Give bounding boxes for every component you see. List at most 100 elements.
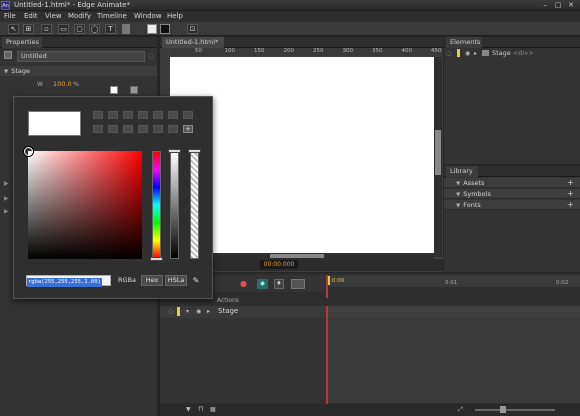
swatch-slot[interactable] [93, 125, 103, 133]
menu-view[interactable]: View [45, 11, 62, 22]
swatch-slot[interactable] [168, 111, 178, 119]
swatch-slot[interactable] [123, 111, 133, 119]
ruler-tick-label: 200 [283, 48, 295, 54]
vertical-scrollbar-thumb[interactable] [435, 130, 441, 175]
symbols-label: Symbols [463, 190, 491, 198]
ellipse-tool-icon[interactable]: ◯ [89, 24, 100, 34]
add-asset-icon[interactable]: + [567, 178, 574, 187]
swatch-grid: + [93, 111, 199, 139]
library-fonts[interactable]: ▼ Fonts [444, 200, 580, 210]
ruler-tick-label: 400 [401, 48, 413, 54]
maximize-icon[interactable]: □ [553, 1, 563, 9]
elements-stage-label[interactable]: Stage [492, 49, 511, 57]
visibility-icon[interactable]: ◉ [196, 308, 201, 315]
mode-hex-button[interactable]: Hex [141, 275, 163, 286]
swatch-slot[interactable] [138, 111, 148, 119]
menu-edit[interactable]: Edit [24, 11, 38, 22]
mode-rgba-button[interactable]: RGBa [115, 275, 139, 286]
menu-timeline[interactable]: Timeline [97, 11, 127, 22]
rectangle-tool-icon[interactable]: ▭ [58, 24, 69, 34]
eyedropper-icon[interactable]: ✎ [191, 275, 201, 286]
tab-library[interactable]: Library ✕ [446, 166, 478, 186]
pin-icon[interactable]: ♦ [274, 279, 284, 289]
expand-icon[interactable]: ▸ [474, 50, 477, 57]
collapse-arrow-icon[interactable]: ▶ [4, 208, 9, 215]
swatch-slot[interactable] [153, 111, 163, 119]
visibility-icon[interactable]: ◉ [465, 50, 470, 57]
lock-icon[interactable]: ◌ [446, 50, 451, 57]
width-value[interactable]: 100.0 [53, 80, 72, 88]
snap-icon[interactable]: ⊓ [198, 405, 203, 413]
tab-elements[interactable]: Elements ✕ [446, 37, 482, 57]
zoom-slider[interactable] [475, 409, 555, 411]
overflow-icon[interactable] [130, 86, 138, 94]
auto-keyframe-icon[interactable]: ◆ [257, 279, 268, 289]
refresh-icon[interactable]: ◌ [148, 52, 154, 60]
lightness-slider-thumb[interactable] [168, 149, 181, 153]
transform-tool-icon[interactable]: ⊞ [23, 24, 34, 34]
layer-list-area [160, 318, 326, 403]
expand-icon[interactable]: ▾ [186, 308, 189, 315]
lightness-slider[interactable] [170, 151, 179, 259]
swatch-slot[interactable] [108, 111, 118, 119]
menu-help[interactable]: Help [167, 11, 183, 22]
tab-document[interactable]: Untitled-1.html* ✕ [162, 37, 224, 57]
grid-icon[interactable]: ▦ [210, 406, 216, 413]
text-tool-icon[interactable]: T [105, 24, 116, 34]
timeline-stage-row[interactable] [160, 306, 326, 318]
stroke-color-swatch[interactable] [122, 24, 130, 34]
view-mode-icon[interactable]: ⊡ [187, 24, 198, 34]
alpha-slider-thumb[interactable] [188, 149, 201, 153]
swatch-slot[interactable] [123, 125, 133, 133]
record-icon[interactable]: ● [240, 279, 251, 289]
filter-icon[interactable]: ▼ [186, 406, 191, 413]
stage-section-header[interactable]: ▼ Stage [0, 66, 157, 76]
collapse-arrow-icon[interactable]: ▶ [4, 195, 9, 202]
menu-modify[interactable]: Modify [68, 11, 91, 22]
swatch-slot[interactable] [168, 125, 178, 133]
close-icon[interactable]: ✕ [566, 1, 576, 9]
expand-icon[interactable]: ▸ [207, 308, 210, 315]
swatch-slot[interactable] [153, 125, 163, 133]
row-color-tag [177, 307, 180, 316]
saturation-brightness-field[interactable] [28, 151, 142, 259]
stage-track[interactable] [328, 306, 580, 318]
lock-icon[interactable]: ◌ [168, 308, 173, 315]
selection-tool-icon[interactable]: ↖ [8, 24, 19, 34]
timecode-display[interactable]: 00:00.000 [260, 260, 298, 269]
collapse-arrow-icon[interactable]: ▶ [4, 180, 9, 187]
library-assets[interactable]: ▼ Assets [444, 178, 580, 188]
color-value-input[interactable]: rgba(255,255,255,1.00) [26, 275, 111, 287]
add-font-icon[interactable]: + [567, 200, 574, 209]
horizontal-scrollbar-thumb[interactable] [270, 254, 324, 258]
swatch-slot[interactable] [183, 111, 193, 119]
tab-properties[interactable]: Properties ✕ [2, 37, 42, 57]
zoom-slider-thumb[interactable] [500, 406, 506, 413]
menu-file[interactable]: File [4, 11, 16, 22]
menu-window[interactable]: Window [134, 11, 162, 22]
library-symbols[interactable]: ▼ Symbols [444, 189, 580, 199]
color-field-cursor[interactable] [24, 147, 33, 156]
hue-slider[interactable] [152, 151, 161, 259]
width-unit[interactable]: % [73, 80, 79, 88]
stage-color-swatch[interactable] [110, 86, 118, 94]
easing-icon[interactable] [291, 279, 305, 289]
rounded-rectangle-tool-icon[interactable]: ▢ [74, 24, 85, 34]
alpha-slider[interactable] [190, 151, 199, 259]
clipping-tool-icon[interactable]: ▫ [41, 24, 52, 34]
background-color-swatch[interactable] [147, 24, 157, 34]
swatch-slot[interactable] [138, 125, 148, 133]
color-value-text: rgba(255,255,255,1.00) [27, 278, 102, 287]
zoom-fit-icon[interactable]: ⤢ [458, 406, 463, 414]
timeline-stage-label: Stage [218, 307, 239, 315]
element-name-field[interactable]: Untitled [17, 51, 145, 62]
swatch-slot[interactable] [108, 125, 118, 133]
swatch-slot[interactable] [93, 111, 103, 119]
minimize-icon[interactable]: – [540, 1, 550, 9]
ruler-tick-label: 150 [254, 48, 265, 54]
add-symbol-icon[interactable]: + [567, 189, 574, 198]
add-swatch-icon[interactable]: + [183, 125, 193, 133]
hue-slider-thumb[interactable] [150, 257, 163, 261]
mode-hsla-button[interactable]: HSLa [165, 275, 187, 286]
foreground-color-swatch[interactable] [160, 24, 170, 34]
